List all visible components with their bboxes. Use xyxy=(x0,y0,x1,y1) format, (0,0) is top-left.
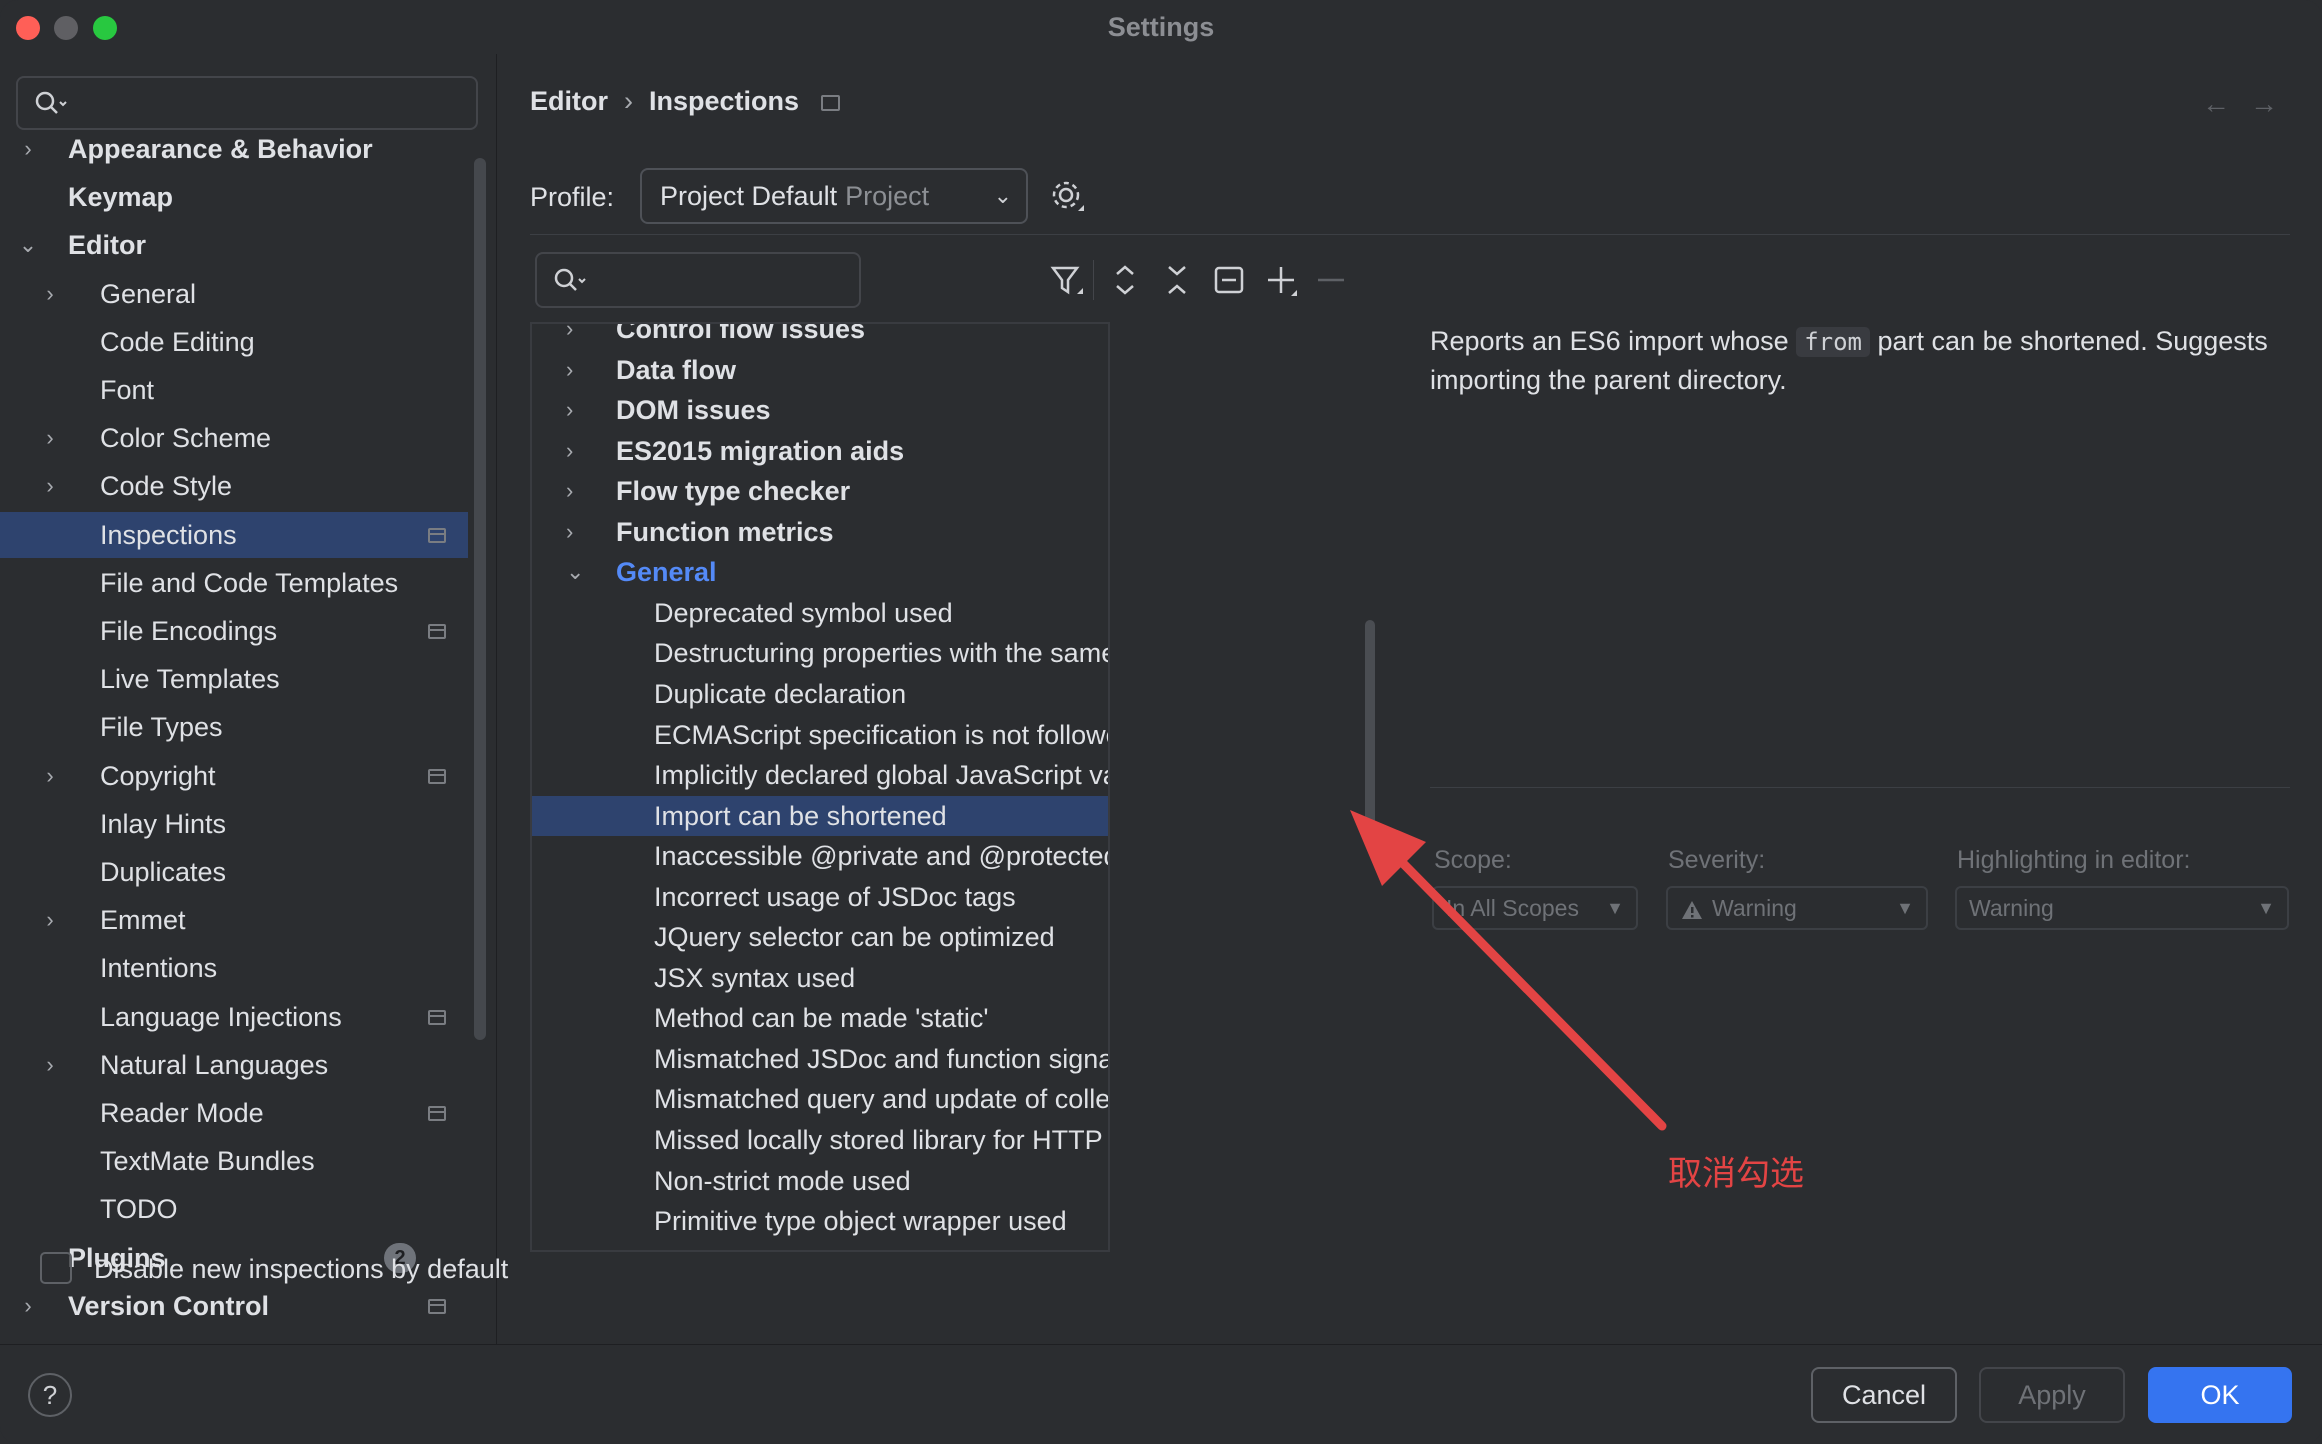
annotation-text: 取消勾选 xyxy=(1668,1155,1804,1193)
apply-button[interactable]: Apply xyxy=(1979,1367,2125,1423)
dialog-footer: ? Cancel Apply OK xyxy=(0,1344,2322,1444)
ok-button[interactable]: OK xyxy=(2148,1367,2292,1423)
cancel-button[interactable]: Cancel xyxy=(1811,1367,1957,1423)
help-button[interactable]: ? xyxy=(28,1373,72,1417)
annotation-arrow xyxy=(1350,810,1667,1131)
settings-window: Settings › Appearance & Behavior Keymap ⌄ Ed… xyxy=(0,0,2322,1444)
